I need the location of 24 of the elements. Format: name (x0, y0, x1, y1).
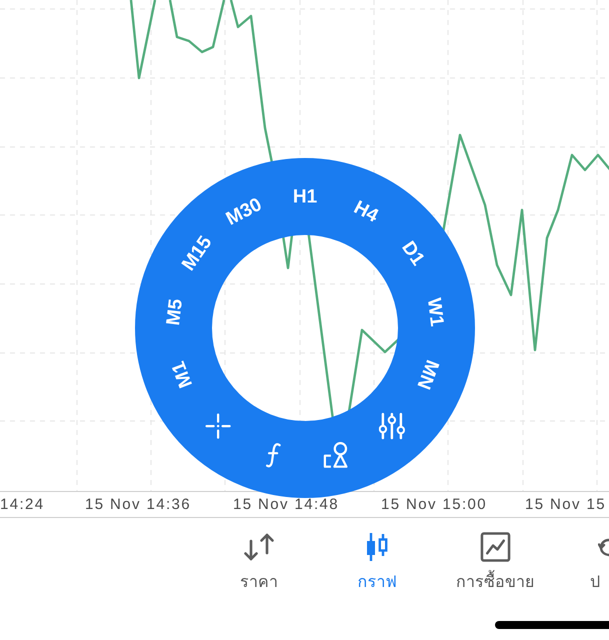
axis-label: 15 Nov 14:36 (84, 496, 192, 513)
tab[interactable]: ราคา (200, 532, 318, 592)
arrows-icon (242, 532, 276, 562)
axis-label: 15 Nov 15 (524, 496, 607, 513)
timeframe-option[interactable]: M5 (164, 298, 186, 326)
candlestick-icon (364, 532, 390, 562)
timeframe-option[interactable]: M1 (168, 358, 196, 390)
axis-label: 14:24 (0, 496, 46, 513)
tab[interactable]: ป (554, 532, 609, 592)
timeframe-option[interactable]: H4 (350, 198, 382, 226)
tab[interactable]: กราฟ (318, 532, 436, 592)
timeframe-option[interactable]: M30 (223, 195, 265, 229)
axis-label: 15 Nov 14:48 (232, 496, 340, 513)
axis-label: 15 Nov 15:00 (380, 496, 488, 513)
crosshair-icon[interactable] (205, 413, 232, 440)
function-icon[interactable] (266, 442, 282, 468)
shapes-icon[interactable] (322, 442, 350, 469)
tab[interactable]: การซื้อขาย (436, 532, 554, 592)
timeframe-option[interactable]: H1 (292, 188, 318, 206)
timeframe-option[interactable]: MN (413, 357, 442, 392)
line-chart-icon (480, 532, 510, 562)
timeframe-option[interactable]: W1 (424, 296, 446, 328)
timeframe-option[interactable]: D1 (398, 238, 428, 269)
sliders-icon[interactable] (378, 412, 405, 440)
